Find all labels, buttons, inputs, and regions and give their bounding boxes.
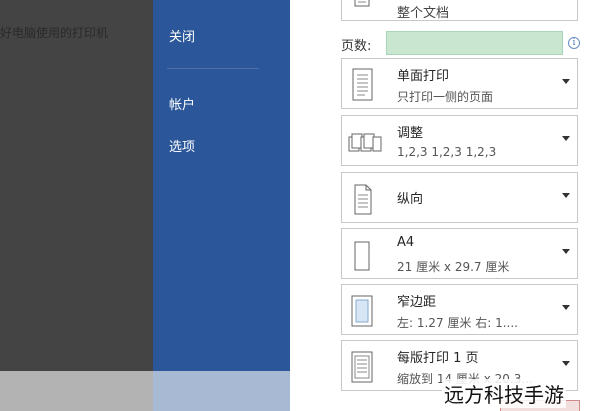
pages-per-sheet-icon [351, 351, 373, 383]
backstage-nav: 关闭 帐户 选项 [153, 0, 290, 371]
collate-title: 调整 [397, 126, 424, 141]
left-panel-text: 好电脑使用的打印机 [0, 26, 109, 40]
watermark-text: 远方科技手游 [442, 379, 566, 408]
collated-icon [348, 133, 382, 152]
chevron-down-icon [562, 79, 570, 84]
paper-size-icon [354, 241, 370, 271]
single-sided-print-icon [352, 68, 373, 101]
pages-label: 页数: [341, 39, 372, 54]
orientation-setting[interactable]: 纵向 [341, 172, 578, 223]
nav-options[interactable]: 选项 [169, 136, 195, 155]
chevron-down-icon [562, 305, 570, 310]
duplex-title: 单面打印 [397, 69, 450, 84]
nav-divider [167, 68, 259, 69]
duplex-subtitle: 只打印一侧的页面 [397, 90, 494, 104]
portrait-icon [354, 184, 372, 215]
nav-bottom [153, 371, 290, 411]
duplex-setting[interactable]: 单面打印 只打印一侧的页面 [341, 58, 578, 109]
print-range-label: 整个文档 [397, 6, 450, 21]
paper-size-setting[interactable]: A4 21 厘米 x 29.7 厘米 [341, 228, 578, 279]
collate-setting[interactable]: 调整 1,2,3 1,2,3 1,2,3 [341, 115, 578, 166]
margins-subtitle: 左: 1.27 厘米 右: 1.... [397, 316, 518, 330]
pages-per-sheet-title: 每版打印 1 页 [397, 351, 479, 366]
paper-size-title: A4 [397, 235, 415, 250]
left-panel-bottom [0, 371, 153, 411]
pages-input[interactable] [386, 31, 563, 55]
document-icon [354, 0, 370, 7]
nav-close[interactable]: 关闭 [169, 26, 195, 45]
print-range-setting[interactable]: 整个文档 [341, 0, 578, 21]
info-icon[interactable]: i [568, 37, 580, 49]
print-settings-panel: 整个文档 页数: i 单面打印 只打印一侧的页面 调整 1,2,3 1,2,3 … [290, 0, 592, 411]
orientation-title: 纵向 [397, 192, 424, 207]
chevron-down-icon [562, 193, 570, 198]
backstage-left-panel: 好电脑使用的打印机 [0, 0, 153, 371]
margins-title: 窄边距 [397, 295, 437, 310]
nav-account[interactable]: 帐户 [169, 94, 195, 113]
chevron-down-icon [562, 249, 570, 254]
paper-size-subtitle: 21 厘米 x 29.7 厘米 [397, 260, 510, 274]
margins-icon [351, 295, 373, 327]
chevron-down-icon [562, 136, 570, 141]
collate-subtitle: 1,2,3 1,2,3 1,2,3 [397, 145, 497, 159]
chevron-down-icon [562, 361, 570, 366]
margins-setting[interactable]: 窄边距 左: 1.27 厘米 右: 1.... [341, 284, 578, 335]
